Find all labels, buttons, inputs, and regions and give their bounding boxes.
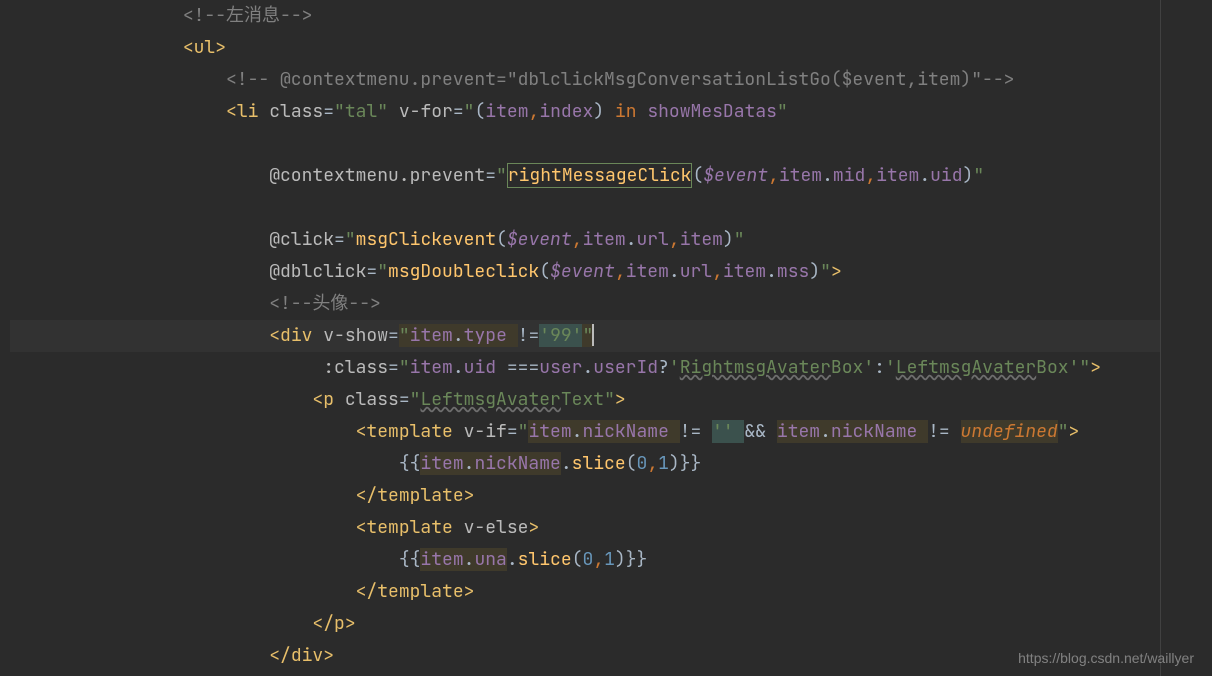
code-line[interactable]: </template> (10, 576, 1160, 608)
code-line[interactable]: <ul> (10, 32, 1160, 64)
code-line[interactable]: @contextmenu.prevent="rightMessageClick(… (10, 160, 1160, 192)
caret-icon (592, 324, 594, 346)
code-line-current[interactable]: <div v-show="item.type !='99'" (10, 320, 1160, 352)
code-line[interactable]: {{item.una.slice(0,1)}} (10, 544, 1160, 576)
code-line[interactable]: @dblclick="msgDoubleclick($event,item.ur… (10, 256, 1160, 288)
code-line[interactable]: @click="msgClickevent($event,item.url,it… (10, 224, 1160, 256)
code-line[interactable]: </div> (10, 640, 1160, 672)
watermark: https://blog.csdn.net/waillyer (1018, 650, 1194, 666)
right-margin (1160, 0, 1161, 676)
code-line[interactable]: <!-- @contextmenu.prevent="dblclickMsgCo… (10, 64, 1160, 96)
code-line[interactable]: {{item.nickName.slice(0,1)}} (10, 448, 1160, 480)
code-line[interactable]: </p> (10, 608, 1160, 640)
code-line[interactable]: <template v-if="item.nickName != '' && i… (10, 416, 1160, 448)
code-editor[interactable]: <!--左消息--> <ul> <!-- @contextmenu.preven… (10, 0, 1160, 676)
code-line[interactable] (10, 192, 1160, 224)
code-line[interactable]: <p class="LeftmsgAvaterText"> (10, 384, 1160, 416)
code-line[interactable]: :class="item.uid ===user.userId?'Rightms… (10, 352, 1160, 384)
gutter (0, 0, 10, 676)
code-line[interactable]: </template> (10, 480, 1160, 512)
code-line[interactable] (10, 128, 1160, 160)
highlighted-symbol: rightMessageClick (507, 163, 693, 188)
code-line[interactable]: <template v-else> (10, 512, 1160, 544)
code-line[interactable]: <!--头像--> (10, 288, 1160, 320)
code-line[interactable]: <!--左消息--> (10, 0, 1160, 32)
code-line[interactable]: <li class="tal" v-for="(item,index) in s… (10, 96, 1160, 128)
